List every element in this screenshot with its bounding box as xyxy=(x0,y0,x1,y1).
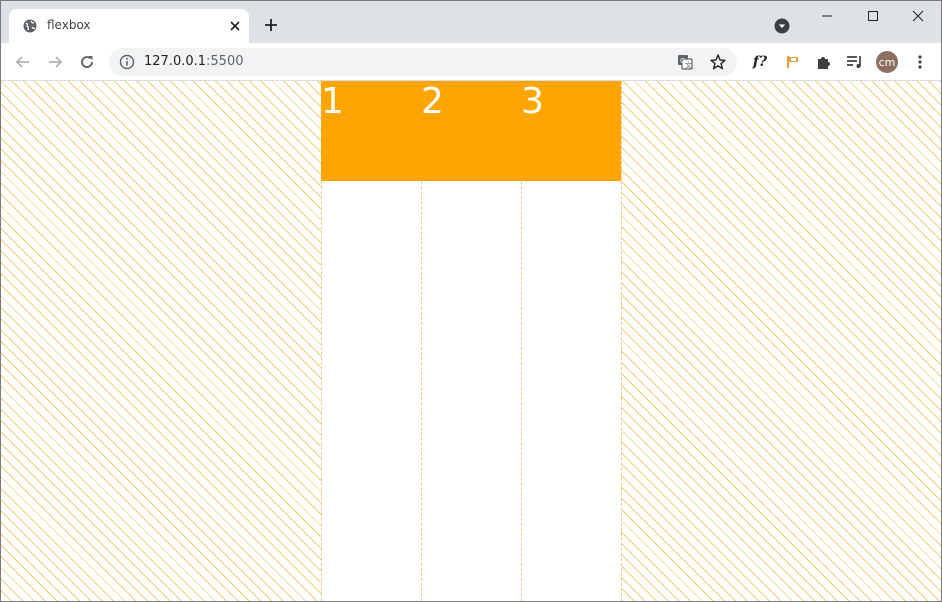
close-icon xyxy=(912,10,924,22)
forward-button[interactable] xyxy=(44,51,66,73)
browser-window: flexbox 127.0.0.1:5500 G 文 f? cm 1 2 3 xyxy=(0,0,942,602)
more-vert-icon xyxy=(918,55,922,69)
plus-icon xyxy=(265,19,277,31)
back-button[interactable] xyxy=(12,51,34,73)
flex-container: 1 2 3 xyxy=(321,81,622,601)
reload-button[interactable] xyxy=(76,51,98,73)
close-tab-icon[interactable] xyxy=(227,18,243,34)
profile-avatar[interactable]: cm xyxy=(876,51,898,73)
svg-text:文: 文 xyxy=(685,61,692,70)
flex-item-3: 3 xyxy=(521,81,621,181)
playlist-icon xyxy=(847,56,861,68)
site-info-icon[interactable] xyxy=(119,54,135,70)
maximize-icon xyxy=(868,11,878,21)
tab-title: flexbox xyxy=(47,18,91,32)
flex-item-1: 1 xyxy=(321,81,421,181)
minimize-icon xyxy=(822,15,832,17)
extension-tag-button[interactable] xyxy=(782,51,804,73)
globe-icon xyxy=(23,19,37,33)
reload-icon xyxy=(81,56,93,68)
arrow-left-icon xyxy=(15,56,29,68)
address-bar[interactable]: 127.0.0.1:5500 G 文 xyxy=(109,48,737,76)
url-text: 127.0.0.1:5500 xyxy=(144,54,244,69)
close-window-button[interactable] xyxy=(895,1,941,31)
new-tab-button[interactable] xyxy=(261,15,281,35)
extensions-button[interactable] xyxy=(813,51,835,73)
url-port: :5500 xyxy=(206,54,244,69)
page-viewport: 1 2 3 xyxy=(1,81,941,601)
extension-fx-button[interactable]: f? xyxy=(749,51,771,73)
chevron-down-icon xyxy=(774,18,790,34)
tag-extension-icon xyxy=(786,56,798,68)
url-host: 127.0.0.1 xyxy=(144,54,207,69)
tab-strip: flexbox xyxy=(1,1,941,43)
tab-flexbox[interactable]: flexbox xyxy=(9,9,249,43)
flex-item-2: 2 xyxy=(421,81,521,181)
maximize-button[interactable] xyxy=(850,1,896,31)
minimize-button[interactable] xyxy=(804,1,850,31)
translate-icon[interactable]: G 文 xyxy=(677,54,693,70)
tab-search-button[interactable] xyxy=(774,18,790,34)
arrow-right-icon xyxy=(49,56,63,68)
bookmark-star-icon[interactable] xyxy=(709,53,727,71)
menu-button[interactable] xyxy=(909,51,931,73)
browser-toolbar: 127.0.0.1:5500 G 文 f? cm xyxy=(1,43,941,81)
extension-fx-label: f? xyxy=(752,54,768,70)
puzzle-icon xyxy=(818,57,830,69)
media-control-button[interactable] xyxy=(844,51,866,73)
column-guide xyxy=(621,81,622,601)
